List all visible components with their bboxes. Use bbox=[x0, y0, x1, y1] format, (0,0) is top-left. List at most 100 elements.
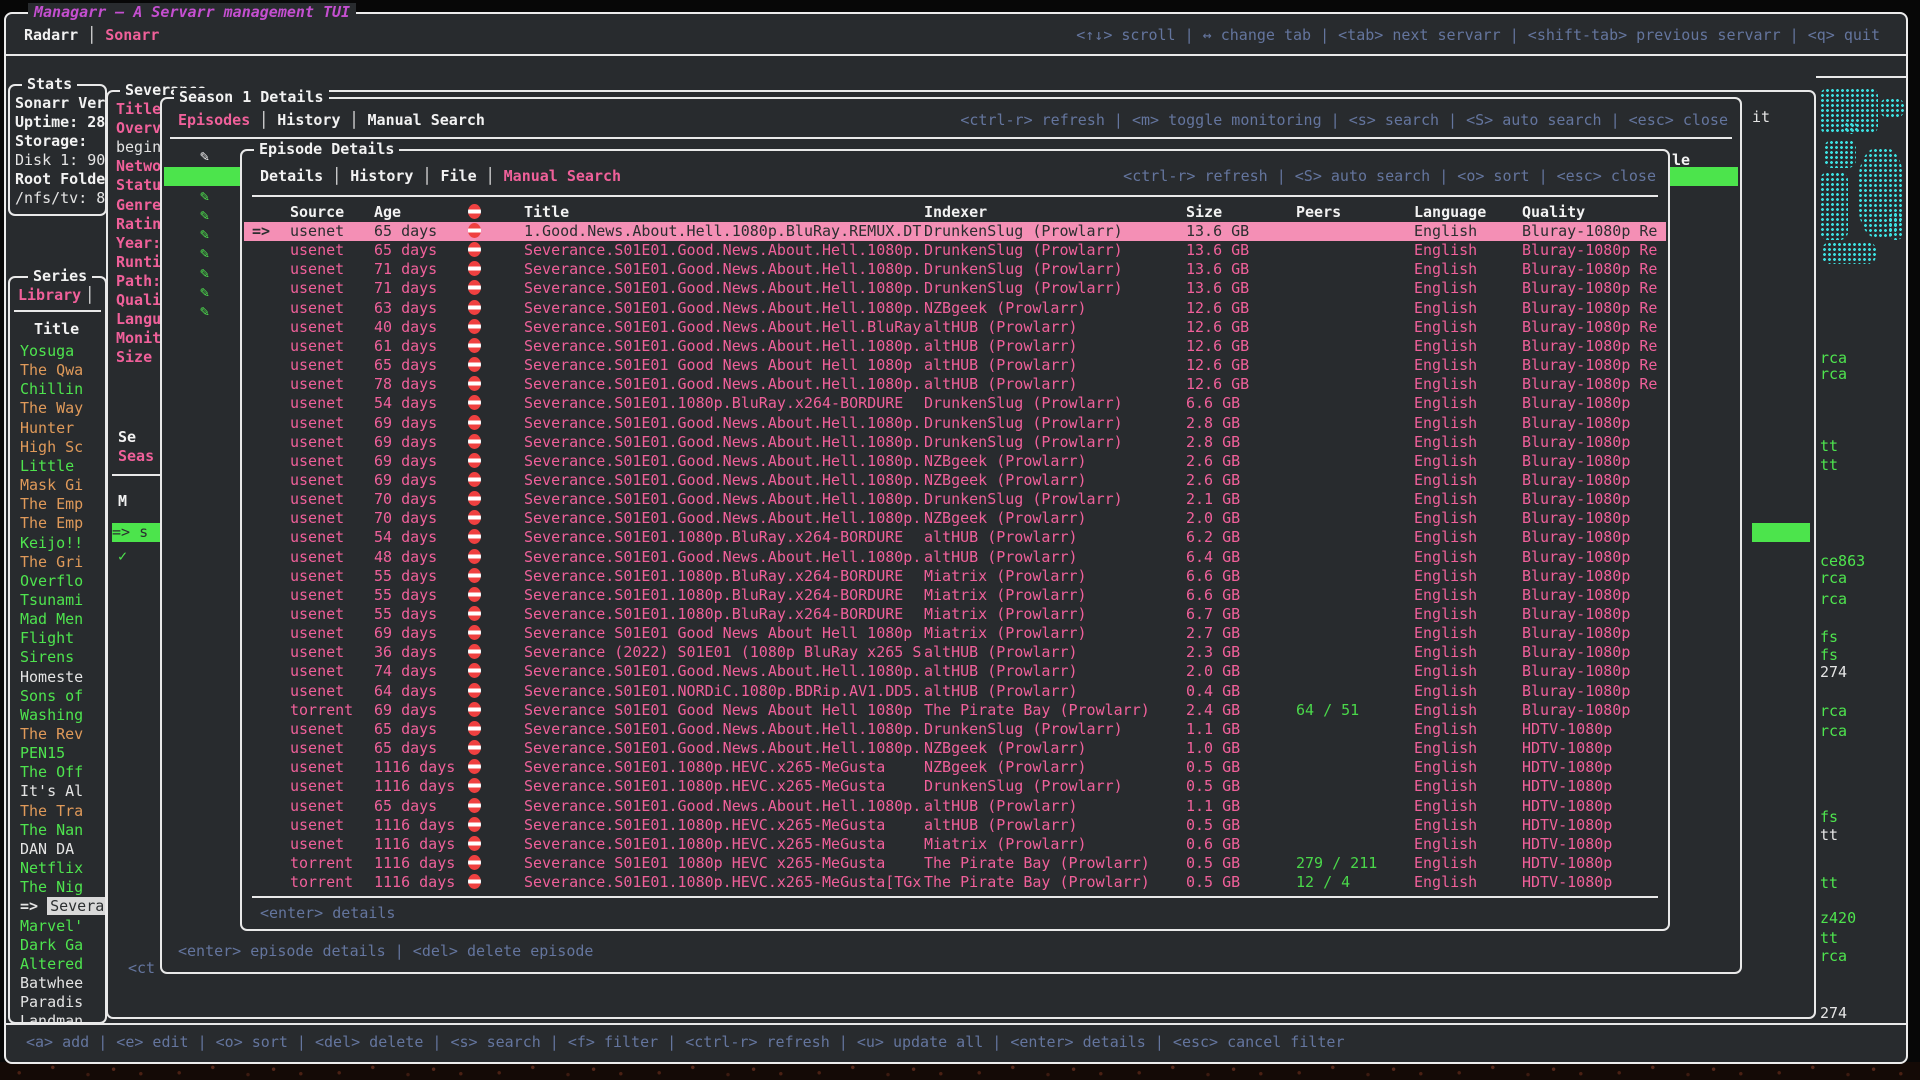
series-list-item[interactable]: The Tra bbox=[20, 802, 83, 821]
series-list-item[interactable]: Paradis bbox=[20, 993, 83, 1012]
tab-history[interactable]: History bbox=[277, 111, 340, 129]
release-row[interactable]: => usenet 65 days 1.Good.News.About.Hell… bbox=[244, 222, 1666, 241]
series-list-item[interactable]: Altered bbox=[20, 955, 83, 974]
release-row[interactable]: usenet 1116 days Severance.S01E01.1080p.… bbox=[244, 777, 1666, 796]
series-list-item[interactable]: The Off bbox=[20, 763, 83, 782]
series-list-item[interactable]: Chillin bbox=[20, 380, 83, 399]
release-row[interactable]: usenet 65 days Severance.S01E01 Good New… bbox=[244, 356, 1666, 375]
release-row[interactable]: usenet 55 days Severance.S01E01.1080p.Bl… bbox=[244, 586, 1666, 605]
release-row[interactable]: usenet 54 days Severance.S01E01.1080p.Bl… bbox=[244, 394, 1666, 413]
series-list-item[interactable]: Mad Men bbox=[20, 610, 83, 629]
series-list-item[interactable]: The Gri bbox=[20, 553, 83, 572]
tab-library[interactable]: Library bbox=[18, 286, 81, 304]
series-list-item[interactable]: High Sc bbox=[20, 438, 83, 457]
episode-popup-keybindings: <ctrl-r> refresh | <S> auto search | <o>… bbox=[1123, 167, 1656, 186]
series-detail-help-fragment: <ct bbox=[128, 959, 155, 978]
release-row[interactable]: usenet 54 days Severance.S01E01.1080p.Bl… bbox=[244, 528, 1666, 547]
rejected-icon bbox=[468, 280, 481, 295]
series-list-item[interactable]: Dark Ga bbox=[20, 936, 83, 955]
column-header-indexer: Indexer bbox=[924, 203, 1174, 222]
series-list-item[interactable]: The Nan bbox=[20, 821, 83, 840]
selected-season-row-fragment[interactable]: => s bbox=[112, 523, 164, 542]
series-list-item[interactable]: Overflo bbox=[20, 572, 83, 591]
release-row[interactable]: usenet 70 days Severance.S01E01.Good.New… bbox=[244, 490, 1666, 509]
tab-seasons-fragment[interactable]: Seas bbox=[118, 447, 164, 466]
series-list-item[interactable]: Hunter bbox=[20, 419, 74, 438]
release-row[interactable]: torrent 1116 days Severance S01E01 1080p… bbox=[244, 854, 1666, 873]
stat-line: Sonarr Ver bbox=[15, 94, 105, 113]
series-list-item-selected[interactable]: => Severan bbox=[20, 897, 105, 916]
series-list-item[interactable]: Little bbox=[20, 457, 74, 476]
episode-tab-divider bbox=[252, 195, 1658, 197]
series-list-item[interactable]: The Emp bbox=[20, 514, 83, 533]
series-list-item[interactable]: Washing bbox=[20, 706, 83, 725]
series-list-item[interactable]: Netflix bbox=[20, 859, 83, 878]
release-row[interactable]: usenet 1116 days Severance.S01E01.1080p.… bbox=[244, 816, 1666, 835]
release-row[interactable]: usenet 64 days Severance.S01E01.NORDiC.1… bbox=[244, 682, 1666, 701]
series-list-item[interactable]: The Nig bbox=[20, 878, 83, 897]
rejected-icon bbox=[468, 817, 481, 832]
release-row[interactable]: usenet 69 days Severance.S01E01.Good.New… bbox=[244, 433, 1666, 452]
tab-file[interactable]: File bbox=[441, 167, 477, 185]
release-row[interactable]: usenet 65 days Severance.S01E01.Good.New… bbox=[244, 797, 1666, 816]
release-row[interactable]: usenet 55 days Severance.S01E01.1080p.Bl… bbox=[244, 567, 1666, 586]
release-row[interactable]: usenet 71 days Severance.S01E01.Good.New… bbox=[244, 279, 1666, 298]
release-row[interactable]: usenet 69 days Severance.S01E01.Good.New… bbox=[244, 452, 1666, 471]
tab-episodes[interactable]: Episodes bbox=[178, 111, 250, 129]
release-row[interactable]: usenet 69 days Severance.S01E01.Good.New… bbox=[244, 414, 1666, 433]
release-row[interactable]: usenet 69 days Severance S01E01 Good New… bbox=[244, 624, 1666, 643]
series-list-item[interactable]: Batwhee bbox=[20, 974, 83, 993]
series-list-item[interactable]: PEN15 bbox=[20, 744, 65, 763]
series-list-item[interactable]: Landman bbox=[20, 1012, 83, 1022]
series-list-item[interactable]: Yosuga bbox=[20, 342, 74, 361]
release-row[interactable]: usenet 69 days Severance.S01E01.Good.New… bbox=[244, 471, 1666, 490]
release-row[interactable]: torrent 1116 days Severance.S01E01.1080p… bbox=[244, 873, 1666, 892]
release-row[interactable]: usenet 36 days Severance (2022) S01E01 (… bbox=[244, 643, 1666, 662]
tab-manual-search[interactable]: Manual Search bbox=[504, 167, 621, 185]
release-row[interactable]: usenet 55 days Severance.S01E01.1080p.Bl… bbox=[244, 605, 1666, 624]
tab-radarr[interactable]: Radarr bbox=[24, 26, 78, 44]
series-field-label: Langu bbox=[116, 310, 164, 329]
release-row[interactable]: usenet 1116 days Severance.S01E01.1080p.… bbox=[244, 758, 1666, 777]
tab-details[interactable]: Details bbox=[260, 167, 323, 185]
episode-popup-title: Episode Details bbox=[254, 140, 399, 159]
series-list-item[interactable]: Flight bbox=[20, 629, 74, 648]
series-list-item[interactable]: Tsunami bbox=[20, 591, 83, 610]
release-row[interactable]: usenet 65 days Severance.S01E01.Good.New… bbox=[244, 720, 1666, 739]
rejected-icon bbox=[468, 223, 481, 238]
release-row[interactable]: usenet 74 days Severance.S01E01.Good.New… bbox=[244, 662, 1666, 681]
release-row[interactable]: usenet 1116 days Severance.S01E01.1080p.… bbox=[244, 835, 1666, 854]
season-tab-divider bbox=[170, 137, 1732, 139]
series-list-item[interactable]: Mask Gi bbox=[20, 476, 83, 495]
series-list-item[interactable]: Marvel' bbox=[20, 917, 83, 936]
release-row[interactable]: usenet 48 days Severance.S01E01.Good.New… bbox=[244, 548, 1666, 567]
background-text-fragment: fs bbox=[1820, 808, 1838, 827]
series-list-item[interactable]: The Rev bbox=[20, 725, 83, 744]
release-row[interactable]: usenet 65 days Severance.S01E01.Good.New… bbox=[244, 739, 1666, 758]
series-list-item[interactable]: DAN DA bbox=[20, 840, 74, 859]
season-tabbar: Episodes│History│Manual Search bbox=[178, 111, 485, 130]
series-list-item[interactable]: It's Al bbox=[20, 782, 83, 801]
release-row[interactable]: usenet 63 days Severance.S01E01.Good.New… bbox=[244, 299, 1666, 318]
series-list-item[interactable]: The Way bbox=[20, 399, 83, 418]
release-row[interactable]: usenet 78 days Severance.S01E01.Good.New… bbox=[244, 375, 1666, 394]
release-row[interactable]: usenet 71 days Severance.S01E01.Good.New… bbox=[244, 260, 1666, 279]
series-list-item[interactable]: Homeste bbox=[20, 668, 83, 687]
column-header-peers: Peers bbox=[1296, 203, 1341, 222]
release-row[interactable]: usenet 40 days Severance.S01E01.Good.New… bbox=[244, 318, 1666, 337]
release-table-body: => usenet 65 days 1.Good.News.About.Hell… bbox=[242, 222, 1668, 894]
tab-sonarr[interactable]: Sonarr bbox=[105, 26, 159, 44]
series-list-item[interactable]: Sons of bbox=[20, 687, 83, 706]
tab-history[interactable]: History bbox=[350, 167, 413, 185]
release-row[interactable]: usenet 65 days Severance.S01E01.Good.New… bbox=[244, 241, 1666, 260]
series-list-item[interactable]: Keijo!! bbox=[20, 534, 83, 553]
series-list-item[interactable]: The Emp bbox=[20, 495, 83, 514]
release-row[interactable]: usenet 70 days Severance.S01E01.Good.New… bbox=[244, 509, 1666, 528]
series-field-label: Statu bbox=[116, 176, 164, 195]
selected-episode-row-fragment[interactable]: => ✎ bbox=[164, 167, 244, 186]
series-list-item[interactable]: The Qwa bbox=[20, 361, 83, 380]
series-list-item[interactable]: Sirens bbox=[20, 648, 74, 667]
release-row[interactable]: torrent 69 days Severance S01E01 Good Ne… bbox=[244, 701, 1666, 720]
release-row[interactable]: usenet 61 days Severance.S01E01.Good.New… bbox=[244, 337, 1666, 356]
tab-manual-search[interactable]: Manual Search bbox=[368, 111, 485, 129]
